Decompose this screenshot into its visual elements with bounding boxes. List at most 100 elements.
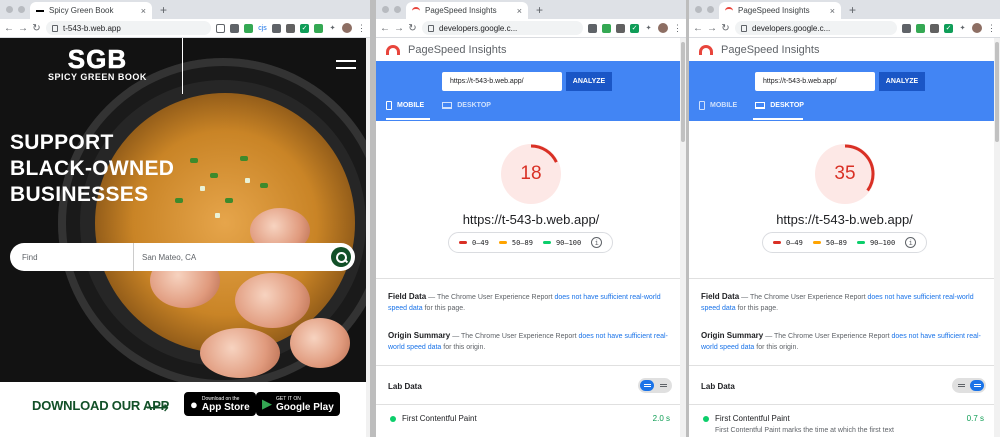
info-icon[interactable]: i xyxy=(905,237,917,248)
metric-value: 2.0 s xyxy=(652,414,670,423)
pass-dot-icon xyxy=(390,415,396,422)
score-legend: 0–49 50–89 90–100 i xyxy=(448,232,614,253)
average-marker xyxy=(498,241,507,244)
detail-view-icon[interactable] xyxy=(970,380,984,391)
divider xyxy=(376,278,686,279)
app-store-big-text: App Store xyxy=(201,401,250,413)
extension-icon[interactable] xyxy=(616,23,625,33)
close-tab-icon[interactable]: × xyxy=(830,6,835,16)
camera-icon[interactable] xyxy=(902,23,911,33)
forward-icon[interactable]: → xyxy=(18,23,28,34)
list-view-icon[interactable] xyxy=(640,380,654,391)
tab-desktop[interactable]: DESKTOP xyxy=(755,101,804,110)
field-data-title: Field Data xyxy=(388,292,427,301)
check-icon[interactable]: ✓ xyxy=(300,23,309,33)
legend-pass: 90–100 xyxy=(869,238,896,247)
drive-icon[interactable] xyxy=(244,23,253,33)
tab-desktop[interactable]: DESKTOP xyxy=(442,101,491,110)
back-icon[interactable]: ← xyxy=(693,23,703,34)
app-store-button[interactable]: ● Download on the App Store xyxy=(184,392,256,416)
site-logo[interactable]: SGB SPICY GREEN BOOK xyxy=(48,46,147,82)
address-bar[interactable]: t-543-b.web.app xyxy=(46,21,211,35)
herb-image xyxy=(260,183,268,188)
tab-title: PageSpeed Insights xyxy=(738,6,810,15)
psi-logo-icon xyxy=(386,44,400,55)
headline-line: BLACK-OWNED xyxy=(10,157,175,180)
more-icon[interactable]: ⋮ xyxy=(357,23,366,34)
browser-tab[interactable]: PageSpeed Insights × xyxy=(406,2,528,19)
url-input[interactable]: https://t-543-b.web.app/ xyxy=(755,72,875,91)
more-icon[interactable]: ⋮ xyxy=(673,23,682,34)
detail-view-icon[interactable] xyxy=(656,380,670,391)
scrollbar[interactable] xyxy=(994,38,1000,437)
reload-icon[interactable]: ↻ xyxy=(721,23,730,34)
extension-box-icon[interactable] xyxy=(286,23,295,33)
close-tab-icon[interactable]: × xyxy=(517,6,522,16)
scrollbar[interactable] xyxy=(366,38,370,437)
logo-wordmark: SPICY GREEN BOOK xyxy=(48,72,147,82)
extension-camera-icon[interactable] xyxy=(272,23,281,33)
extension-icon[interactable] xyxy=(314,23,323,33)
play-icon: ▶ xyxy=(262,396,272,411)
camera-icon[interactable] xyxy=(588,23,597,33)
extension-icon[interactable] xyxy=(930,23,939,33)
check-icon[interactable]: ✓ xyxy=(944,23,953,33)
view-toggle[interactable] xyxy=(638,378,672,393)
forward-icon[interactable]: → xyxy=(394,23,404,34)
new-tab-icon[interactable]: + xyxy=(536,3,543,17)
profile-avatar[interactable] xyxy=(342,23,352,33)
find-input[interactable]: Find xyxy=(10,243,134,271)
reload-icon[interactable]: ↻ xyxy=(32,23,41,34)
browser-window-spicy-green-book: Spicy Green Book × + ← → ↻ t-543-b.web.a… xyxy=(0,0,370,437)
forward-icon[interactable]: → xyxy=(707,23,717,34)
location-input[interactable]: San Mateo, CA xyxy=(134,253,331,262)
new-tab-icon[interactable]: + xyxy=(160,3,167,17)
close-tab-icon[interactable]: × xyxy=(141,6,146,16)
hamburger-menu-icon[interactable] xyxy=(336,60,356,74)
view-toggle[interactable] xyxy=(952,378,986,393)
check-icon[interactable]: ✓ xyxy=(630,23,639,33)
camera-icon[interactable] xyxy=(230,23,239,33)
favicon-icon xyxy=(36,9,44,12)
divider-line xyxy=(182,38,183,94)
reload-icon[interactable]: ↻ xyxy=(408,23,417,34)
device-tabs: MOBILE DESKTOP xyxy=(386,101,491,110)
puzzle-icon[interactable]: ✦ xyxy=(958,24,967,33)
back-icon[interactable]: ← xyxy=(380,23,390,34)
code-icon[interactable]: cjs xyxy=(258,24,267,33)
puzzle-icon[interactable]: ✦ xyxy=(644,24,653,33)
search-button-icon[interactable] xyxy=(331,247,351,267)
logo-mark: SGB xyxy=(67,44,128,74)
herb-image xyxy=(200,186,205,191)
browser-tab[interactable]: Spicy Green Book × xyxy=(30,2,152,19)
scrollbar[interactable] xyxy=(680,38,686,437)
new-tab-icon[interactable]: + xyxy=(849,3,856,17)
google-play-button[interactable]: ▶ GET IT ON Google Play xyxy=(256,392,340,416)
shield-icon[interactable] xyxy=(602,23,611,33)
tab-mobile[interactable]: MOBILE xyxy=(699,101,737,110)
url-input[interactable]: https://t-543-b.web.app/ xyxy=(442,72,562,91)
list-view-icon[interactable] xyxy=(954,380,968,391)
back-icon[interactable]: ← xyxy=(4,23,14,34)
herb-image xyxy=(190,158,198,163)
tab-mobile-label: MOBILE xyxy=(397,102,425,109)
analyze-button[interactable]: ANALYZE xyxy=(566,72,612,91)
analyze-button[interactable]: ANALYZE xyxy=(879,72,925,91)
address-bar[interactable]: developers.google.c... xyxy=(735,21,897,35)
puzzle-icon[interactable]: ✦ xyxy=(328,24,337,33)
laptop-icon xyxy=(755,102,766,109)
profile-avatar[interactable] xyxy=(972,23,982,33)
browser-tab[interactable]: PageSpeed Insights × xyxy=(719,2,841,19)
more-icon[interactable]: ⋮ xyxy=(987,23,996,34)
profile-avatar[interactable] xyxy=(658,23,668,33)
shield-icon[interactable] xyxy=(916,23,925,33)
tab-mobile-label: MOBILE xyxy=(710,102,738,109)
psi-header: PageSpeed Insights xyxy=(689,38,1000,61)
qr-icon[interactable] xyxy=(216,23,225,33)
info-icon[interactable]: i xyxy=(591,237,603,248)
tab-mobile[interactable]: MOBILE xyxy=(386,101,424,110)
address-bar[interactable]: developers.google.c... xyxy=(422,21,583,35)
legend-fail: 0–49 xyxy=(472,238,489,247)
address-url: t-543-b.web.app xyxy=(63,23,121,33)
tab-strip: PageSpeed Insights × + xyxy=(689,0,1000,19)
